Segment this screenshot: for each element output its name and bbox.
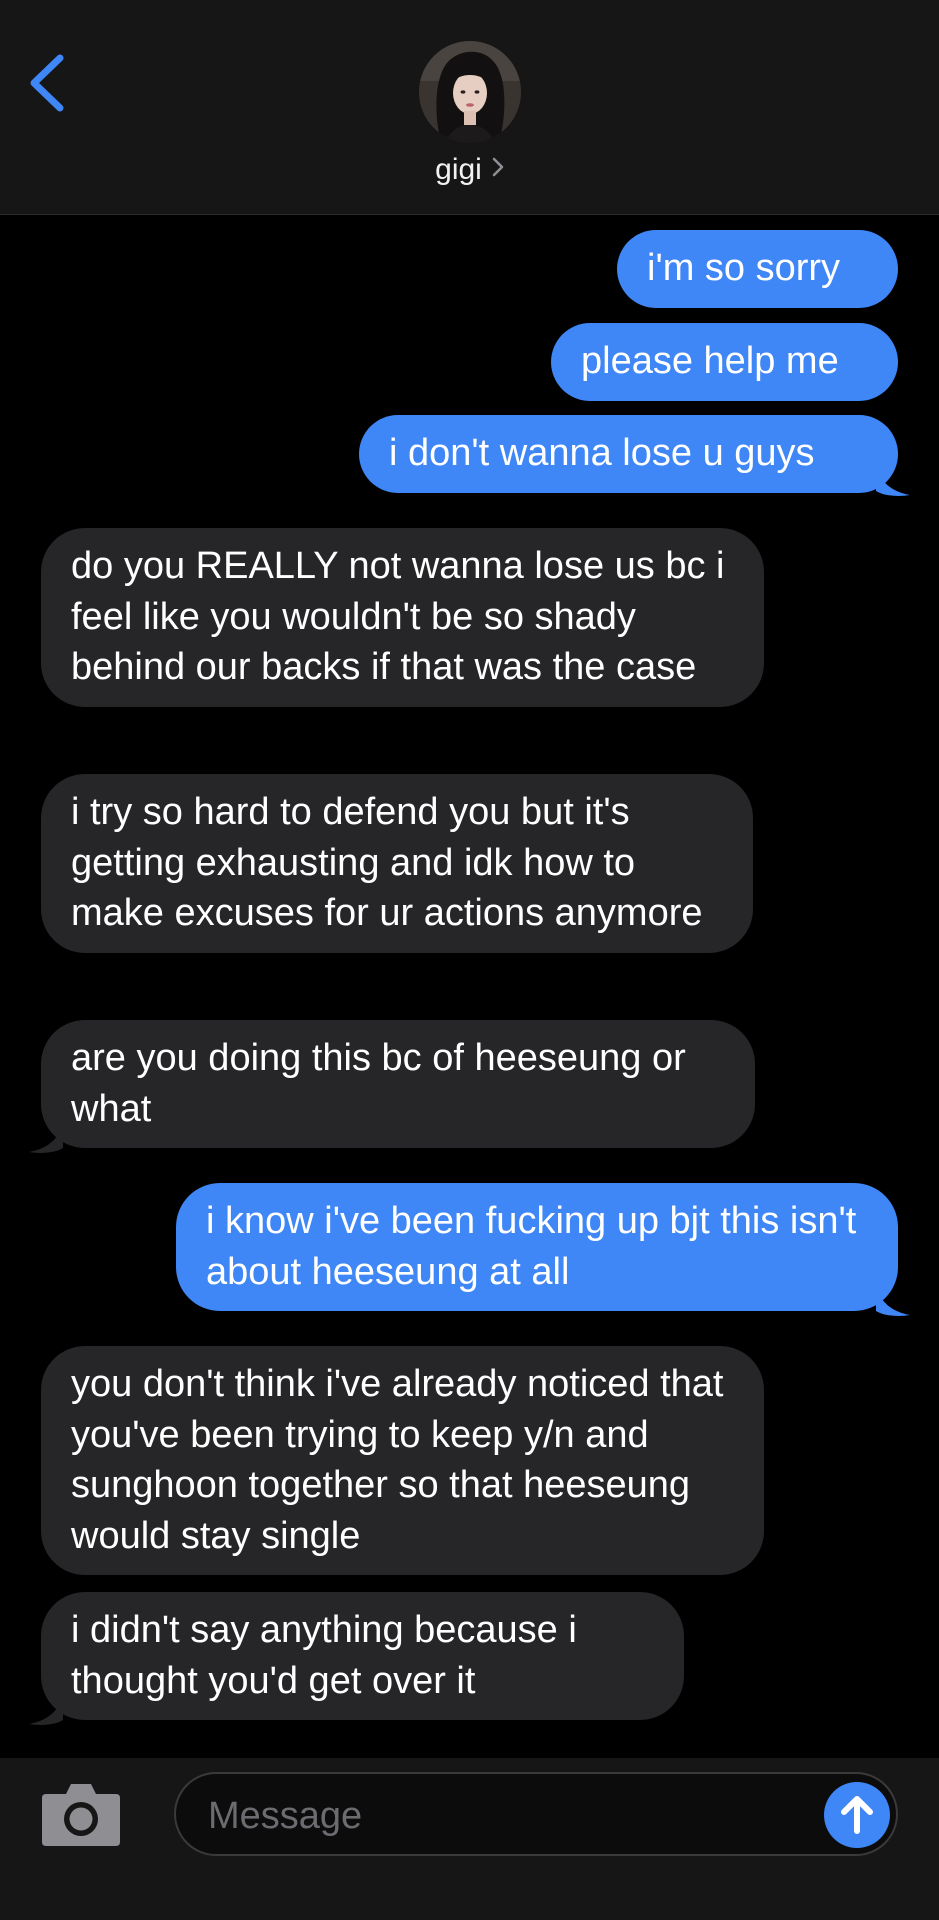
sent-bubble-tail [876,467,910,496]
message-text: i try so hard to defend you but it's get… [71,791,703,934]
conversation-header: gigi [0,0,939,215]
sent-message-bubble[interactable]: i'm so sorry [617,230,898,308]
message-input[interactable] [206,1786,780,1846]
message-composer [0,1758,939,1920]
send-button[interactable] [824,1782,890,1848]
message-text: are you doing this bc of heeseung or wha… [71,1037,686,1130]
message-text: i don't wanna lose u guys [389,432,815,474]
message-text: i know i've been fucking up bjt this isn… [206,1200,857,1293]
received-message-bubble[interactable]: do you REALLY not wanna lose us bc i fee… [41,528,764,707]
received-message-bubble[interactable]: you don't think i've already noticed tha… [41,1346,764,1575]
camera-button[interactable] [40,1780,122,1848]
sent-message-bubble[interactable]: please help me [551,323,898,401]
sent-message-bubble[interactable]: i don't wanna lose u guys [359,415,898,493]
contact-name-button[interactable]: gigi [0,150,939,191]
sent-bubble-tail [876,1287,910,1316]
arrow-up-icon [841,1796,873,1834]
chevron-right-icon [492,148,504,188]
avatar[interactable] [419,41,521,143]
back-button[interactable] [22,48,74,118]
received-message-bubble[interactable]: i didn't say anything because i thought … [41,1592,684,1720]
sent-message-bubble[interactable]: i know i've been fucking up bjt this isn… [176,1183,898,1311]
chevron-left-icon [30,54,64,112]
contact-name: gigi [435,153,482,186]
received-bubble-tail [29,1696,63,1725]
message-text: i'm so sorry [647,247,841,289]
received-message-bubble[interactable]: are you doing this bc of heeseung or wha… [41,1020,755,1148]
camera-icon [42,1784,120,1846]
message-thread[interactable]: i'm so sorry please help me i don't wann… [0,215,939,1758]
message-text: you don't think i've already noticed tha… [71,1363,724,1557]
message-field[interactable] [174,1772,898,1856]
message-text: i didn't say anything because i thought … [71,1609,577,1702]
contact-photo [419,41,521,143]
message-text: please help me [581,340,839,382]
received-bubble-tail [29,1124,63,1153]
received-message-bubble[interactable]: i try so hard to defend you but it's get… [41,774,753,953]
message-text: do you REALLY not wanna lose us bc i fee… [71,545,725,688]
